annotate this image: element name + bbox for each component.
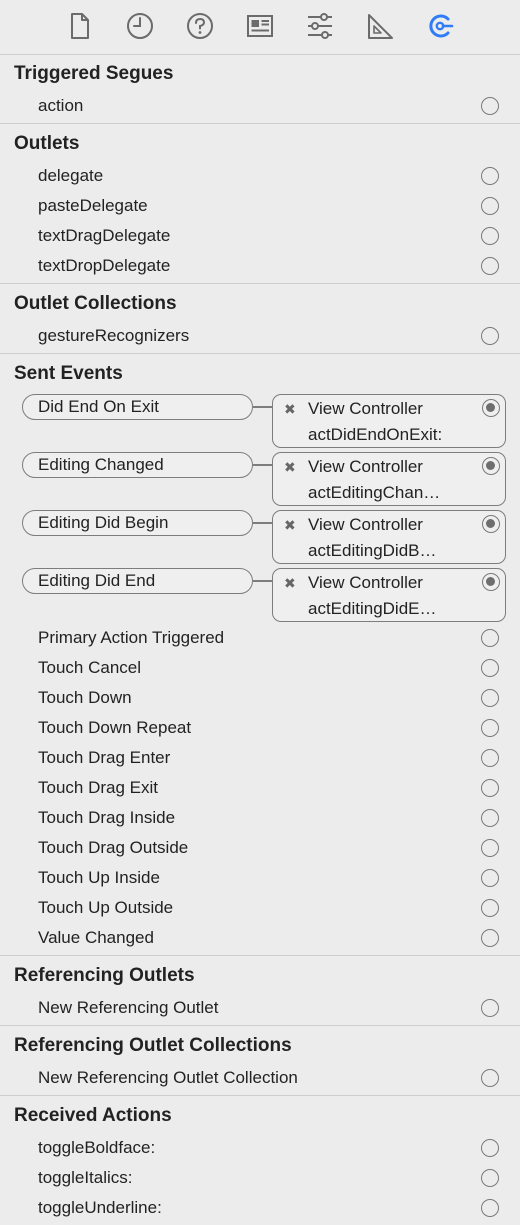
- outlet-row-label: delegate: [38, 166, 104, 185]
- connection-circle[interactable]: [481, 1069, 499, 1087]
- section-title-referencing-outlets: Referencing Outlets: [14, 965, 195, 986]
- section-divider: [0, 1025, 520, 1026]
- connection-target[interactable]: ✖ View Controller actEditingDidB…: [272, 510, 506, 564]
- event-row-label: Primary Action Triggered: [38, 628, 225, 647]
- connected-event-pill[interactable]: Editing Did End: [22, 568, 253, 594]
- outlet-row-label: New Referencing Outlet: [38, 998, 219, 1017]
- section-title-outlets: Outlets: [14, 133, 80, 154]
- connection-circle[interactable]: [481, 929, 499, 947]
- size-ruler-icon[interactable]: [365, 10, 395, 42]
- target-name: View Controller: [308, 457, 423, 476]
- connection-circle[interactable]: [481, 97, 499, 115]
- connected-circle[interactable]: [482, 399, 500, 417]
- section-divider: [0, 1095, 520, 1096]
- connection-circle[interactable]: [481, 1139, 499, 1157]
- connected-event-pill[interactable]: Editing Did Begin: [22, 510, 253, 536]
- connection-circle[interactable]: [481, 719, 499, 737]
- outlet-row-label: pasteDelegate: [38, 196, 148, 215]
- target-action: actEditingDidE…: [308, 599, 437, 618]
- connected-circle[interactable]: [482, 573, 500, 591]
- outlet-row-label: textDragDelegate: [38, 226, 171, 245]
- connection-circle[interactable]: [481, 629, 499, 647]
- section-title-sent-events: Sent Events: [14, 363, 123, 384]
- event-row-label: Touch Up Outside: [38, 898, 174, 917]
- connection-line: [253, 464, 273, 466]
- history-clock-icon[interactable]: [125, 10, 155, 42]
- remove-connection-icon[interactable]: ✖: [284, 459, 296, 475]
- event-row-label: Touch Drag Enter: [38, 748, 171, 767]
- connection-line: [253, 522, 273, 524]
- event-row-label: Touch Drag Exit: [38, 778, 158, 797]
- connection-line: [253, 580, 273, 582]
- connection-circle[interactable]: [481, 899, 499, 917]
- event-row-label: Value Changed: [38, 928, 154, 947]
- connection-circle[interactable]: [481, 869, 499, 887]
- remove-connection-icon[interactable]: ✖: [284, 575, 296, 591]
- connection-circle[interactable]: [481, 689, 499, 707]
- section-divider: [0, 123, 520, 124]
- connection-line: [253, 406, 273, 408]
- connected-event-pill[interactable]: Did End On Exit: [22, 394, 253, 420]
- event-row-label: Touch Drag Inside: [38, 808, 176, 827]
- action-row-label: toggleItalics:: [38, 1168, 133, 1187]
- action-row-label: toggleUnderline:: [38, 1198, 162, 1217]
- remove-connection-icon[interactable]: ✖: [284, 401, 296, 417]
- connection-circle[interactable]: [481, 999, 499, 1017]
- connection-circle[interactable]: [481, 257, 499, 275]
- connected-event-pill[interactable]: Editing Changed: [22, 452, 253, 478]
- target-name: View Controller: [308, 399, 423, 418]
- connection-circle[interactable]: [481, 327, 499, 345]
- connection-circle[interactable]: [481, 1169, 499, 1187]
- outlet-row-label: gestureRecognizers: [38, 326, 190, 345]
- connections-icon[interactable]: [425, 10, 455, 42]
- event-row-label: Touch Down Repeat: [38, 718, 192, 737]
- section-title-triggered-segues: Triggered Segues: [14, 63, 174, 84]
- connection-circle[interactable]: [481, 809, 499, 827]
- target-action: actEditingDidB…: [308, 541, 437, 560]
- file-icon[interactable]: [65, 10, 95, 42]
- event-row-label: Touch Up Inside: [38, 868, 160, 887]
- identity-card-icon[interactable]: [245, 10, 275, 42]
- remove-connection-icon[interactable]: ✖: [284, 517, 296, 533]
- section-divider: [0, 353, 520, 354]
- target-action: actEditingChan…: [308, 483, 441, 502]
- connection-target[interactable]: ✖ View Controller actEditingChan…: [272, 452, 506, 506]
- target-name: View Controller: [308, 515, 423, 534]
- event-row-label: Touch Down: [38, 688, 132, 707]
- section-title-referencing-outlet-collections: Referencing Outlet Collections: [14, 1035, 292, 1056]
- connection-circle[interactable]: [481, 227, 499, 245]
- connection-circle[interactable]: [481, 1199, 499, 1217]
- outlet-row-label: action: [38, 96, 84, 115]
- inspector-toolbar: [0, 0, 520, 55]
- connected-circle[interactable]: [482, 457, 500, 475]
- connection-target[interactable]: ✖ View Controller actEditingDidE…: [272, 568, 506, 622]
- section-title-outlet-collections: Outlet Collections: [14, 293, 177, 314]
- connected-circle[interactable]: [482, 515, 500, 533]
- event-row-label: Touch Drag Outside: [38, 838, 189, 857]
- connection-circle[interactable]: [481, 749, 499, 767]
- target-name: View Controller: [308, 573, 423, 592]
- connection-circle[interactable]: [481, 167, 499, 185]
- action-row-label: toggleBoldface:: [38, 1138, 156, 1157]
- outlet-row-label: textDropDelegate: [38, 256, 171, 275]
- section-divider: [0, 283, 520, 284]
- connection-circle[interactable]: [481, 839, 499, 857]
- target-action: actDidEndOnExit:: [308, 425, 443, 444]
- section-title-received-actions: Received Actions: [14, 1105, 172, 1126]
- help-icon[interactable]: [185, 10, 215, 42]
- outlet-row-label: New Referencing Outlet Collection: [38, 1068, 298, 1087]
- connection-circle[interactable]: [481, 197, 499, 215]
- connection-target[interactable]: ✖ View Controller actDidEndOnExit:: [272, 394, 506, 448]
- connection-circle[interactable]: [481, 659, 499, 677]
- connection-circle[interactable]: [481, 779, 499, 797]
- event-row-label: Touch Cancel: [38, 658, 142, 677]
- section-divider: [0, 955, 520, 956]
- attributes-sliders-icon[interactable]: [305, 10, 335, 42]
